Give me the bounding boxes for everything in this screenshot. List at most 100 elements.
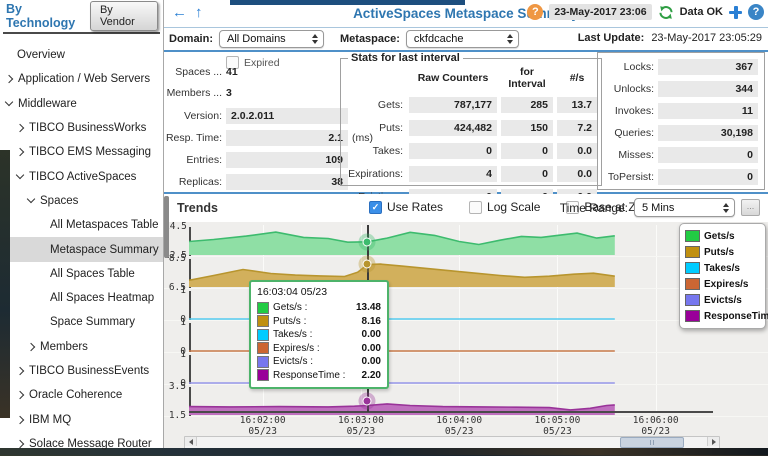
stats-section: Expired Spaces ... 41 Members ... 3 Version… <box>164 52 768 205</box>
right-stats-box: Locks: 367 Unlocks: 344 Invokes: 11 Queries: 30… <box>597 52 765 190</box>
timestamp-chip: 23-May-2017 23:06 <box>549 4 652 20</box>
sidebar-item-members[interactable]: Members <box>0 335 163 359</box>
main-panel: ← ↑ ActiveSpaces Metaspace Summary ? 23-… <box>164 0 768 448</box>
domain-select[interactable]: All Domains <box>219 30 324 48</box>
add-icon[interactable] <box>729 5 742 19</box>
legend-item: Gets/s <box>685 228 761 244</box>
help-icon[interactable]: ? <box>748 4 764 20</box>
chevron-down-icon <box>26 195 36 204</box>
time-range-select[interactable]: 5 Mins <box>634 198 735 217</box>
chevron-right-icon <box>15 391 25 400</box>
stat-field-row: Misses: 0 <box>602 147 758 163</box>
chevron-down-icon <box>4 97 14 107</box>
sidebar-item-all-spaces-table[interactable]: All Spaces Table <box>0 262 163 286</box>
sidebar-item-tibco-businessworks[interactable]: TIBCO BusinessWorks <box>0 116 163 140</box>
sidebar-item-solace-message-router[interactable]: Solace Message Router <box>0 432 163 456</box>
scroll-right-arrow[interactable] <box>707 437 719 446</box>
stat-row: Members ... 3 <box>166 87 232 99</box>
legend-swatch-icon <box>685 278 700 290</box>
interval-row-label: Takes: <box>372 145 403 157</box>
sidebar-item-label: Overview <box>17 49 65 62</box>
sidebar-tree: Overview Application / Web Servers Middlew… <box>0 34 163 456</box>
metaspace-select[interactable]: ckfdcache <box>405 30 519 48</box>
sidebar-item-middleware[interactable]: Middleware <box>0 92 163 116</box>
trends-chart[interactable]: 14.5 12.5 8.5 6.5 1 0 1 0 1 0 3.5 1.5 16:02:00 05/23… <box>164 222 768 448</box>
tab-by-technology[interactable]: By Technology <box>6 2 90 30</box>
stat-field-row: ToPersist: 0 <box>602 169 758 185</box>
chevron-right-icon <box>4 75 14 84</box>
desktop-background-edge <box>0 150 10 418</box>
tooltip-row: Puts/s :8.16 <box>257 315 381 329</box>
log-scale-checkbox[interactable] <box>469 200 483 214</box>
app-window: By Technology By Vendor Overview Applicat… <box>0 0 768 450</box>
legend-swatch-icon <box>685 230 700 242</box>
stat-field-value: 30,198 <box>658 125 758 141</box>
stat-row: Spaces ... 41 <box>175 66 238 78</box>
x-axis-tick: 16:04:00 05/23 <box>436 415 483 438</box>
sidebar-item-label: TIBCO BusinessEvents <box>29 365 150 377</box>
stat-field-row: Replicas: 38 <box>164 174 348 190</box>
tooltip-swatch-icon <box>257 342 269 355</box>
sidebar-item-tibco-ems-messaging[interactable]: TIBCO EMS Messaging <box>0 140 163 164</box>
legend-item: Evicts/s <box>685 292 761 308</box>
legend-item: ResponseTime <box>685 308 768 324</box>
chevron-right-icon <box>15 415 25 424</box>
sidebar-header: By Technology By Vendor <box>0 0 163 31</box>
checkbox-label: Use Rates <box>387 200 444 214</box>
x-axis-tick: 16:05:00 05/23 <box>534 415 581 438</box>
vertical-scrollbar-thumb[interactable] <box>164 196 169 258</box>
chevron-right-icon <box>15 148 25 157</box>
interval-value: 787,177 <box>409 97 497 113</box>
use-rates-checkbox[interactable]: ✓ <box>369 200 382 214</box>
x-axis-tick: 16:03:00 05/23 <box>338 415 384 438</box>
expired-label: Expired <box>244 56 280 69</box>
interval-col-header: Raw Counters <box>417 72 489 84</box>
legend-swatch-icon <box>685 262 700 274</box>
sidebar-item-application-web-servers[interactable]: Application / Web Servers <box>0 67 163 91</box>
feedback-help-icon[interactable]: ? <box>527 4 544 20</box>
refresh-icon[interactable] <box>658 5 674 20</box>
sidebar-item-all-spaces-heatmap[interactable]: All Spaces Heatmap <box>0 286 163 310</box>
by-vendor-button[interactable]: By Vendor <box>89 1 158 31</box>
filter-bar: Domain: All Domains Metaspace: ckfdcache… <box>164 28 768 52</box>
chart-panel-gets-s[interactable]: 14.5 12.5 <box>164 222 768 261</box>
trends-title: Trends <box>177 201 218 215</box>
sidebar-item-ibm-mq[interactable]: IBM MQ <box>0 407 163 431</box>
chart-tooltip: 16:03:04 05/23 Gets/s :13.48 Puts/s :8.16… <box>249 280 389 389</box>
tooltip-row: Evicts/s :0.00 <box>257 355 381 369</box>
legend-item: Takes/s <box>685 260 761 276</box>
sidebar-item-tibco-businessevents[interactable]: TIBCO BusinessEvents <box>0 359 163 383</box>
sidebar-item-all-metaspaces-table[interactable]: All Metaspaces Table <box>0 213 163 237</box>
more-options-button[interactable]: ... <box>741 199 760 216</box>
sidebar-item-tibco-activespaces[interactable]: TIBCO ActiveSpaces <box>0 164 163 188</box>
tooltip-row: Expires/s :0.00 <box>257 342 381 356</box>
chevron-down-icon <box>15 170 25 180</box>
sidebar-item-label: TIBCO ActiveSpaces <box>29 170 137 183</box>
sidebar-item-metaspace-summary[interactable]: Metaspace Summary <box>0 237 163 262</box>
y-axis-label: 1 <box>180 317 186 328</box>
sidebar-item-label: Middleware <box>18 97 77 110</box>
sidebar-item-oracle-coherence[interactable]: Oracle Coherence <box>0 383 163 407</box>
horizontal-scrollbar-thumb[interactable] <box>620 437 684 448</box>
sidebar-item-overview[interactable]: Overview <box>0 43 163 67</box>
last-update-value: 23-May-2017 23:05:29 <box>651 32 762 44</box>
scroll-left-arrow[interactable] <box>185 437 197 446</box>
stat-field-row: Unlocks: 344 <box>602 81 758 97</box>
interval-value: 13.7 <box>557 97 597 113</box>
tooltip-swatch-icon <box>257 315 269 328</box>
last-update-label: Last Update: <box>577 32 645 44</box>
sidebar-item-label: IBM MQ <box>29 413 72 426</box>
sidebar-item-spaces[interactable]: Spaces <box>0 189 163 213</box>
sidebar-item-space-summary[interactable]: Space Summary <box>0 310 163 334</box>
tooltip-row: Gets/s :13.48 <box>257 301 381 315</box>
metaspace-label: Metaspace: <box>340 33 400 45</box>
interval-value: 150 <box>501 120 553 136</box>
select-arrows-icon <box>506 34 513 44</box>
tooltip-swatch-icon <box>257 328 269 341</box>
horizontal-scrollbar[interactable] <box>184 436 720 448</box>
tooltip-row: Takes/s :0.00 <box>257 328 381 342</box>
legend-item: Expires/s <box>685 276 761 292</box>
stat-field-value: 11 <box>658 103 758 119</box>
sidebar-item-label: Application / Web Servers <box>18 73 151 86</box>
time-range-label: Time Range: <box>559 200 628 215</box>
